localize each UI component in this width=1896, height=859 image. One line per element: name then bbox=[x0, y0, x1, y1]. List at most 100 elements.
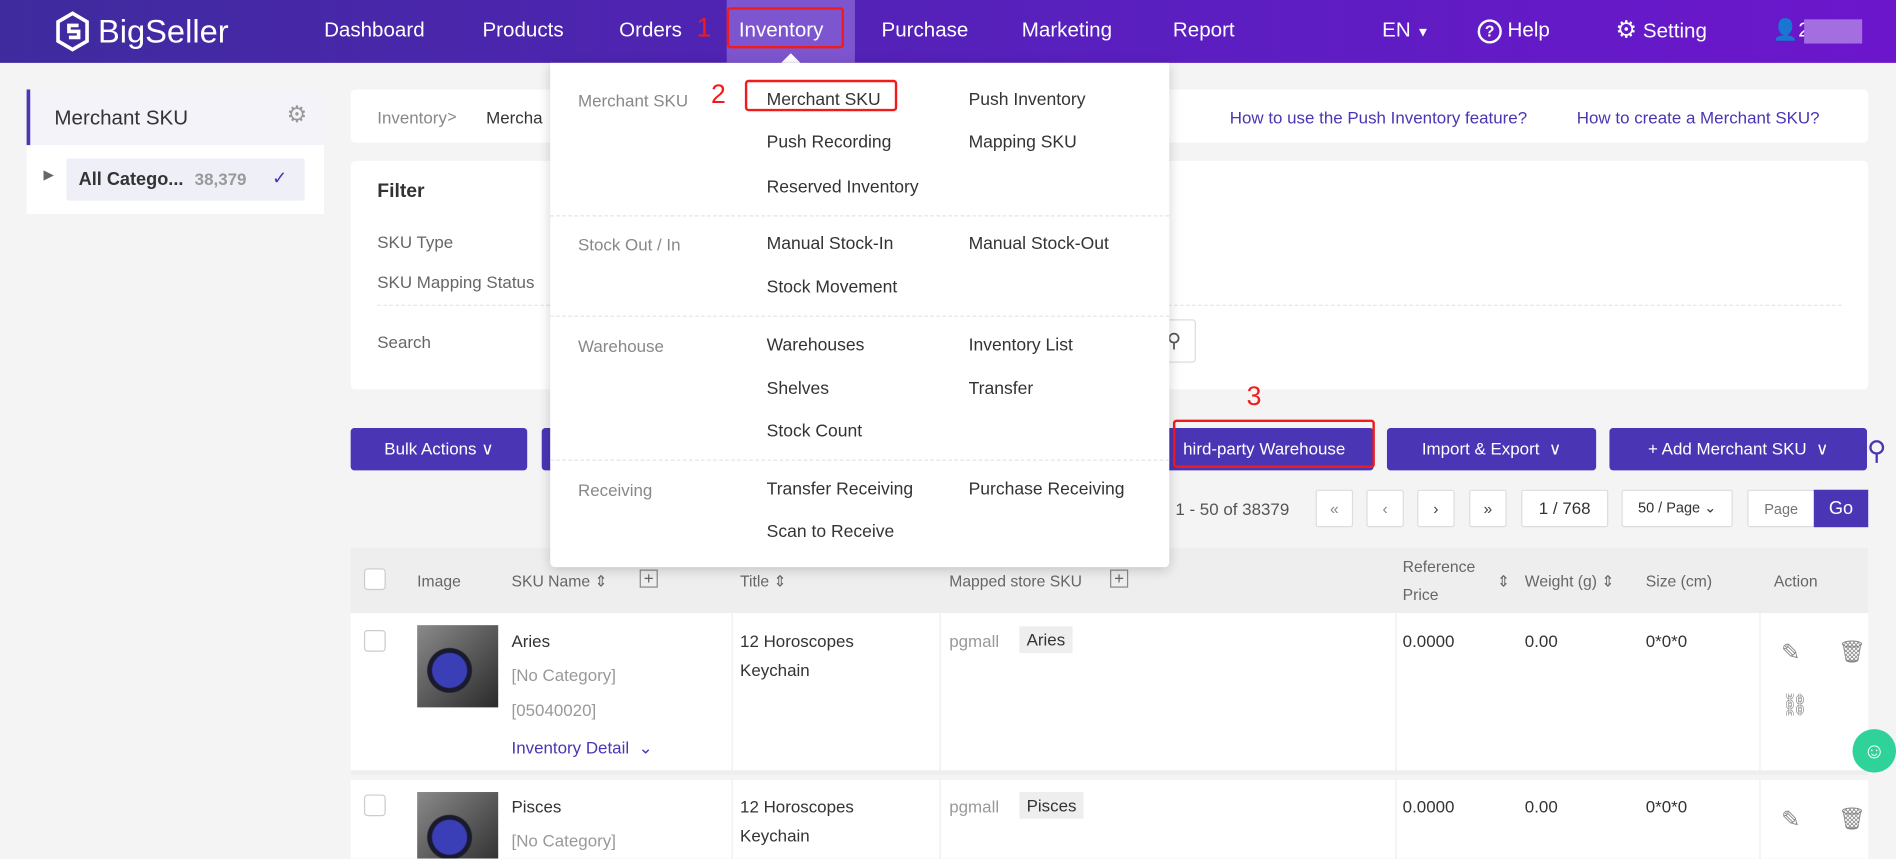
menu-inventory-list[interactable]: Inventory List bbox=[969, 336, 1073, 355]
inventory-detail-toggle[interactable]: Inventory Detail ⌄ bbox=[511, 738, 652, 759]
column-divider bbox=[1395, 779, 1397, 859]
setting-button[interactable]: ⚙ Setting bbox=[1615, 0, 1706, 63]
language-label: EN bbox=[1382, 18, 1411, 42]
header-sku-name[interactable]: SKU Name ⇕ bbox=[511, 572, 607, 591]
create-sku-help-link[interactable]: How to create a Merchant SKU? bbox=[1577, 108, 1820, 127]
nav-dashboard[interactable]: Dashboard bbox=[324, 0, 425, 63]
menu-warehouses[interactable]: Warehouses bbox=[767, 336, 865, 355]
bigseller-logo[interactable]: BigSeller bbox=[54, 10, 229, 54]
menu-divider bbox=[550, 315, 1170, 317]
sku-category: [No Category] bbox=[511, 665, 616, 685]
language-select[interactable]: EN ▼ bbox=[1382, 0, 1429, 63]
setting-label: Setting bbox=[1642, 19, 1707, 43]
menu-mapping-sku[interactable]: Mapping SKU bbox=[969, 133, 1077, 152]
menu-purchase-receiving[interactable]: Purchase Receiving bbox=[969, 480, 1125, 499]
push-inventory-help-link[interactable]: How to use the Push Inventory feature? bbox=[1230, 108, 1527, 127]
search-label: Search bbox=[377, 332, 431, 352]
header-mapped-sku: Mapped store SKU bbox=[949, 571, 1083, 591]
help-button[interactable]: ? Help bbox=[1477, 0, 1550, 63]
last-page-button[interactable]: » bbox=[1469, 489, 1507, 528]
check-icon: ✓ bbox=[272, 168, 288, 189]
group-label-stock: Stock Out / In bbox=[577, 234, 681, 254]
gear-icon: ⚙ bbox=[1615, 16, 1638, 44]
chat-icon: ☺ bbox=[1863, 738, 1886, 764]
category-sidebar: Merchant SKU ⚙ ▶ All Catego... 38,379 ✓ bbox=[26, 89, 325, 215]
trash-icon[interactable]: 🗑 bbox=[1838, 807, 1866, 832]
header-sku-name-label: SKU Name bbox=[511, 571, 591, 591]
nav-report[interactable]: Report bbox=[1173, 0, 1235, 63]
chat-support-button[interactable]: ☺ bbox=[1852, 729, 1896, 773]
store-sku-tag: Aries bbox=[1019, 626, 1073, 653]
nav-marketing[interactable]: Marketing bbox=[1022, 0, 1112, 63]
menu-reserved-inventory[interactable]: Reserved Inventory bbox=[767, 178, 919, 197]
trash-icon[interactable]: 🗑 bbox=[1838, 640, 1866, 665]
header-title[interactable]: Title ⇕ bbox=[740, 572, 787, 591]
weight: 0.00 bbox=[1524, 631, 1558, 651]
size: 0*0*0 bbox=[1645, 796, 1688, 817]
row-checkbox[interactable] bbox=[363, 629, 386, 652]
menu-push-recording[interactable]: Push Recording bbox=[767, 133, 892, 152]
edit-icon[interactable]: ✎ bbox=[1781, 807, 1800, 835]
table-row: Aries [No Category] [05040020] Inventory… bbox=[350, 613, 1869, 776]
menu-shelves[interactable]: Shelves bbox=[767, 380, 829, 399]
annotation-2: 2 bbox=[711, 78, 726, 109]
column-divider bbox=[1759, 779, 1761, 859]
group-label-warehouse: Warehouse bbox=[577, 336, 664, 356]
product-image[interactable] bbox=[417, 792, 499, 859]
store-name: pgmall bbox=[949, 796, 1000, 817]
row-checkbox[interactable] bbox=[363, 794, 386, 817]
nav-products[interactable]: Products bbox=[482, 0, 563, 63]
menu-manual-stock-in[interactable]: Manual Stock-In bbox=[767, 235, 894, 254]
expand-column-icon[interactable]: + bbox=[1110, 569, 1129, 588]
import-export-label: Import & Export bbox=[1421, 438, 1540, 459]
annotation-3: 3 bbox=[1246, 380, 1262, 412]
annotation-1: 1 bbox=[696, 12, 712, 43]
category-label: All Catego... bbox=[78, 169, 184, 190]
column-divider bbox=[1759, 613, 1761, 776]
link-icon[interactable]: ⛓ bbox=[1781, 693, 1809, 718]
dropdown-caret bbox=[781, 53, 801, 63]
page-size-select[interactable]: 50 / Page ⌄ bbox=[1621, 489, 1733, 528]
nav-orders[interactable]: Orders bbox=[619, 0, 682, 63]
group-label-receiving: Receiving bbox=[577, 480, 653, 500]
sort-icon[interactable]: ⇕ bbox=[1497, 572, 1510, 591]
breadcrumb-inventory[interactable]: Inventory bbox=[377, 108, 447, 127]
go-button[interactable]: Go bbox=[1813, 489, 1869, 528]
caret-down-icon: ▼ bbox=[1416, 25, 1430, 40]
next-page-button[interactable]: › bbox=[1417, 489, 1455, 528]
menu-stock-movement[interactable]: Stock Movement bbox=[767, 278, 898, 297]
menu-transfer[interactable]: Transfer bbox=[969, 380, 1034, 399]
menu-stock-count[interactable]: Stock Count bbox=[767, 422, 863, 441]
bulk-actions-button[interactable]: Bulk Actions ∨ bbox=[350, 428, 528, 471]
menu-push-inventory[interactable]: Push Inventory bbox=[969, 91, 1086, 110]
sku-name: Aries bbox=[511, 631, 551, 651]
nav-purchase[interactable]: Purchase bbox=[882, 0, 969, 63]
annotation-box-third-party bbox=[1172, 419, 1375, 468]
column-divider bbox=[731, 613, 733, 776]
reference-price: 0.0000 bbox=[1402, 796, 1455, 817]
filter-title: Filter bbox=[377, 181, 425, 202]
page-jump-input[interactable] bbox=[1747, 489, 1816, 528]
product-image[interactable] bbox=[417, 625, 499, 708]
expand-caret-icon[interactable]: ▶ bbox=[44, 167, 54, 183]
header-weight[interactable]: Weight (g) ⇕ bbox=[1525, 572, 1615, 591]
gear-icon[interactable]: ⚙ bbox=[287, 102, 308, 130]
user-icon: 👤 bbox=[1772, 18, 1799, 42]
search-icon[interactable]: ⚲ bbox=[1867, 435, 1886, 466]
menu-scan-to-receive[interactable]: Scan to Receive bbox=[767, 522, 895, 541]
sku-type-label: SKU Type bbox=[377, 232, 454, 252]
first-page-button[interactable]: « bbox=[1315, 489, 1354, 528]
expand-column-icon[interactable]: + bbox=[639, 569, 658, 588]
prev-page-button[interactable]: ‹ bbox=[1366, 489, 1404, 528]
chevron-down-icon: ⌄ bbox=[638, 737, 653, 757]
help-icon: ? bbox=[1477, 19, 1502, 44]
category-all[interactable]: All Catego... 38,379 ✓ bbox=[66, 158, 305, 201]
add-merchant-sku-button[interactable]: + Add Merchant SKU ∨ bbox=[1609, 428, 1868, 471]
menu-transfer-receiving[interactable]: Transfer Receiving bbox=[767, 480, 914, 499]
annotation-box-inventory bbox=[726, 7, 845, 49]
menu-manual-stock-out[interactable]: Manual Stock-Out bbox=[969, 235, 1109, 254]
select-all-checkbox[interactable] bbox=[363, 568, 386, 591]
edit-icon[interactable]: ✎ bbox=[1781, 640, 1800, 668]
header-ref-price-line2: Price bbox=[1402, 585, 1439, 604]
import-export-button[interactable]: Import & Export ∨ bbox=[1386, 428, 1597, 471]
